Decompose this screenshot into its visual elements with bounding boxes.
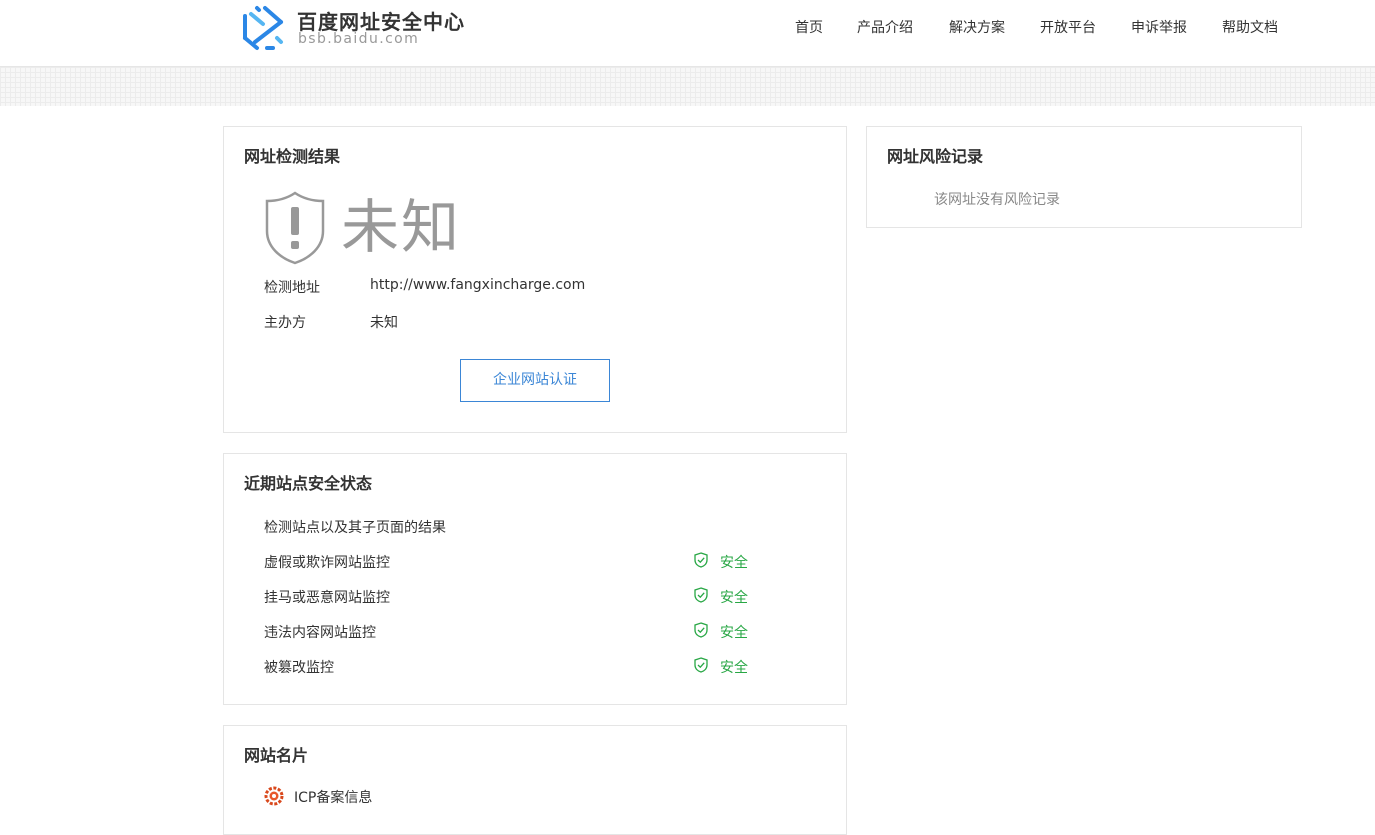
status-card-title: 近期站点安全状态 bbox=[244, 474, 373, 493]
sponsor-value: 未知 bbox=[370, 315, 398, 331]
icp-badge-icon bbox=[264, 786, 284, 806]
shield-check-icon bbox=[694, 552, 708, 568]
status-intro: 检测站点以及其子页面的结果 bbox=[264, 520, 446, 536]
status-item-label: 挂马或恶意网站监控 bbox=[264, 590, 390, 606]
nav-report[interactable]: 申诉举报 bbox=[1131, 17, 1187, 37]
no-risk-text: 该网址没有风险记录 bbox=[934, 192, 1060, 208]
brand-domain: bsb.baidu.com bbox=[298, 31, 420, 47]
website-card-title: 网站名片 bbox=[244, 746, 309, 765]
shield-check-icon bbox=[694, 587, 708, 603]
risk-card-title: 网址风险记录 bbox=[887, 147, 984, 166]
website-card: 网站名片 ICP备案信息 bbox=[223, 725, 847, 835]
nav-help[interactable]: 帮助文档 bbox=[1222, 17, 1278, 37]
nav-solutions[interactable]: 解决方案 bbox=[949, 17, 1005, 37]
enterprise-cert-button[interactable]: 企业网站认证 bbox=[460, 359, 610, 402]
check-url-label: 检测地址 bbox=[264, 280, 320, 296]
shield-check-icon bbox=[694, 657, 708, 673]
icp-info-link[interactable]: ICP备案信息 bbox=[294, 787, 372, 807]
nav-open-platform[interactable]: 开放平台 bbox=[1040, 17, 1096, 37]
shield-check-icon bbox=[694, 622, 708, 638]
baidu-security-logo-icon[interactable] bbox=[241, 4, 285, 52]
check-url-value: http://www.fangxincharge.com bbox=[370, 277, 586, 293]
status-text: 未知 bbox=[341, 193, 462, 261]
result-card: 网址检测结果 未知 检测地址 http://www.fangxincharge.… bbox=[223, 126, 847, 433]
sponsor-label: 主办方 bbox=[264, 315, 306, 331]
risk-record-card: 网址风险记录 该网址没有风险记录 bbox=[866, 126, 1302, 228]
status-item-label: 违法内容网站监控 bbox=[264, 625, 376, 641]
header-pattern-band bbox=[0, 67, 1375, 106]
security-status-card: 近期站点安全状态 检测站点以及其子页面的结果 虚假或欺诈网站监控 安全 挂马或恶… bbox=[223, 453, 847, 705]
nav-home[interactable]: 首页 bbox=[795, 17, 823, 37]
status-item-label: 被篡改监控 bbox=[264, 660, 334, 676]
status-item-value: 安全 bbox=[720, 555, 748, 571]
top-header: 百度网址安全中心 bsb.baidu.com 首页 产品介绍 解决方案 开放平台… bbox=[0, 0, 1375, 67]
result-card-title: 网址检测结果 bbox=[244, 147, 341, 166]
status-item-value: 安全 bbox=[720, 625, 748, 641]
nav-products[interactable]: 产品介绍 bbox=[857, 17, 913, 37]
status-item-value: 安全 bbox=[720, 590, 748, 606]
status-item-label: 虚假或欺诈网站监控 bbox=[264, 555, 390, 571]
status-item-value: 安全 bbox=[720, 660, 748, 676]
shield-exclamation-icon bbox=[265, 191, 325, 265]
